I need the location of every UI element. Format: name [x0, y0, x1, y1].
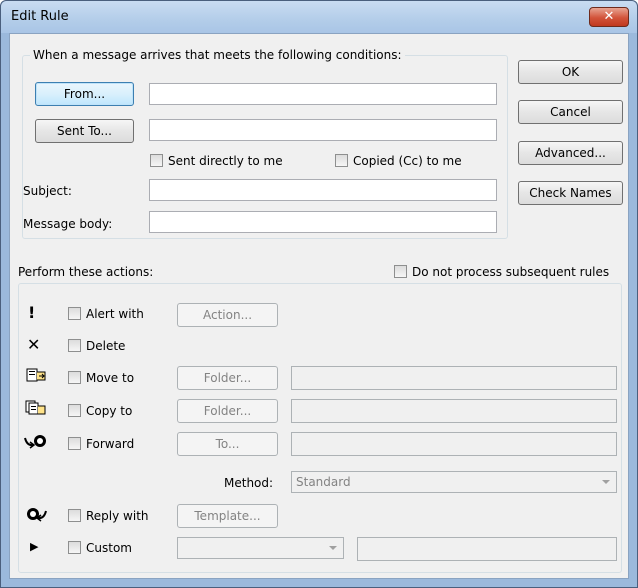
copy-to-label: Copy to [86, 404, 133, 418]
actions-heading: Perform these actions: [18, 265, 154, 279]
copy-to-folder-field[interactable] [291, 399, 617, 423]
subject-label: Subject: [23, 184, 72, 198]
title-bar[interactable]: Edit Rule ✕ [1, 1, 637, 33]
play-arrow-icon: ▶ [30, 540, 39, 553]
move-to-checkbox[interactable] [68, 371, 81, 384]
subject-field[interactable] [149, 179, 497, 201]
custom-select[interactable] [177, 537, 344, 559]
do-not-process-checkbox[interactable] [394, 265, 407, 278]
copy-to-folder-button[interactable]: Folder... [177, 399, 278, 423]
delete-checkbox[interactable] [68, 339, 81, 352]
copy-to-checkbox[interactable] [68, 404, 81, 417]
chevron-down-icon [329, 546, 337, 550]
dialog-title: Edit Rule [11, 9, 69, 24]
reply-with-label: Reply with [86, 509, 149, 523]
message-body-field[interactable] [149, 211, 497, 233]
copy-to-folder-icon [25, 399, 47, 421]
close-button[interactable]: ✕ [589, 7, 629, 27]
forward-checkbox[interactable] [68, 437, 81, 450]
reply-icon [24, 505, 48, 527]
delete-label: Delete [86, 339, 126, 353]
do-not-process-label: Do not process subsequent rules [412, 265, 610, 279]
ok-button[interactable]: OK [518, 60, 623, 84]
custom-checkbox[interactable] [68, 541, 81, 554]
move-to-folder-field[interactable] [291, 366, 617, 390]
move-to-folder-icon [25, 366, 47, 388]
forward-to-field[interactable] [291, 432, 617, 456]
conditions-heading: When a message arrives that meets the fo… [30, 48, 405, 62]
alert-action-button[interactable]: Action... [177, 303, 278, 327]
dialog-body: When a message arrives that meets the fo… [9, 33, 629, 579]
forward-label: Forward [86, 437, 135, 451]
method-select[interactable]: Standard [291, 471, 617, 493]
custom-field[interactable] [357, 537, 617, 561]
copied-cc-label: Copied (Cc) to me [353, 154, 462, 168]
custom-label: Custom [86, 541, 132, 555]
message-body-label: Message body: [23, 217, 113, 231]
from-button[interactable]: From... [35, 82, 134, 106]
sent-to-field[interactable] [149, 119, 497, 141]
method-value: Standard [296, 475, 351, 489]
method-label: Method: [224, 476, 274, 490]
copied-cc-checkbox[interactable] [335, 154, 348, 167]
sent-directly-label: Sent directly to me [168, 154, 283, 168]
actions-group [18, 283, 622, 573]
alert-label: Alert with [86, 307, 144, 321]
cancel-button[interactable]: Cancel [518, 100, 623, 124]
edit-rule-dialog: Edit Rule ✕ When a message arrives that … [0, 0, 638, 588]
forward-to-button[interactable]: To... [177, 432, 278, 456]
advanced-button[interactable]: Advanced... [518, 141, 623, 165]
check-names-button[interactable]: Check Names [518, 181, 623, 205]
move-to-folder-button[interactable]: Folder... [177, 366, 278, 390]
exclamation-icon: ! [28, 303, 36, 322]
reply-with-checkbox[interactable] [68, 509, 81, 522]
forward-icon [23, 432, 47, 454]
chevron-down-icon [602, 480, 610, 484]
sent-to-button[interactable]: Sent To... [35, 119, 134, 143]
delete-x-icon: ✕ [27, 335, 41, 354]
from-field[interactable] [149, 83, 497, 105]
reply-template-button[interactable]: Template... [177, 504, 278, 528]
move-to-label: Move to [86, 371, 135, 385]
alert-checkbox[interactable] [68, 307, 81, 320]
sent-directly-checkbox[interactable] [150, 154, 163, 167]
